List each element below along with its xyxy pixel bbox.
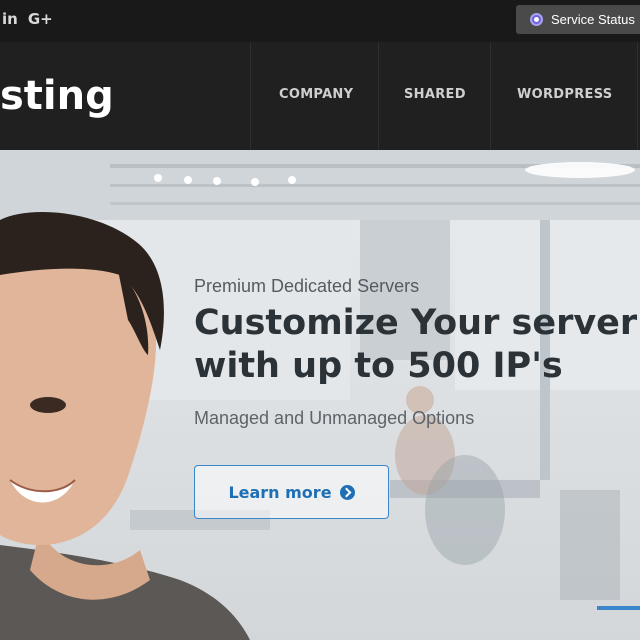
status-indicator-icon (530, 13, 543, 26)
slider-indicator[interactable] (597, 606, 640, 610)
site-header: sting COMPANY SHARED WORDPRESS (0, 42, 640, 150)
nav-divider (637, 42, 638, 150)
nav-wordpress[interactable]: WORDPRESS (517, 87, 612, 102)
nav-divider (250, 42, 251, 150)
service-status-label: Service Status (551, 12, 635, 27)
learn-more-button[interactable]: Learn more (194, 465, 389, 519)
nav-divider (378, 42, 379, 150)
hero-title-line1: Customize Your server (194, 303, 638, 343)
learn-more-label: Learn more (228, 482, 332, 502)
nav-shared[interactable]: SHARED (404, 87, 466, 102)
nav-company[interactable]: COMPANY (279, 87, 353, 102)
nav-divider (490, 42, 491, 150)
google-plus-icon[interactable]: G+ (28, 10, 53, 28)
social-links: in G+ (2, 10, 53, 28)
site-logo[interactable]: sting (0, 70, 114, 122)
hero-title: Customize Your server with up to 500 IP'… (194, 302, 640, 388)
service-status-button[interactable]: Service Status (516, 5, 640, 34)
top-bar: in G+ Service Status (0, 0, 640, 42)
hero-description: Managed and Unmanaged Options (194, 408, 475, 428)
chevron-right-circle-icon (339, 484, 355, 500)
hero-background-image (0, 150, 640, 640)
hero-subtitle: Premium Dedicated Servers (194, 276, 420, 296)
hero-banner: Premium Dedicated Servers Customize Your… (0, 150, 640, 640)
linkedin-icon[interactable]: in (2, 10, 18, 28)
hero-title-line2: with up to 500 IP's (194, 346, 563, 386)
